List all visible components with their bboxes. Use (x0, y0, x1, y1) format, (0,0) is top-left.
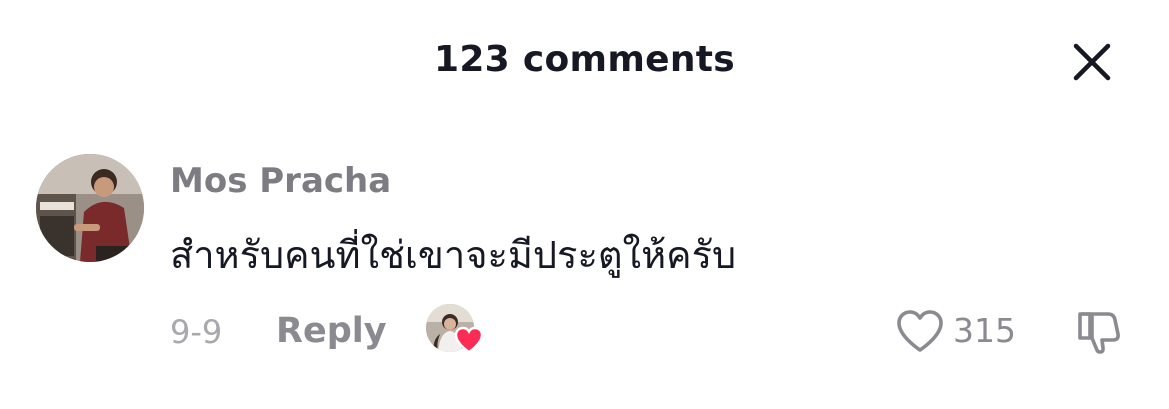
comment-text: สำหรับคนที่ใช่เขาจะมีประตูให้ครับ (170, 233, 737, 277)
heart-filled-icon (454, 326, 484, 354)
close-button[interactable] (1064, 34, 1120, 90)
comments-count-title: 123 comments (433, 39, 736, 80)
heart-outline-icon (897, 310, 943, 352)
like-button[interactable]: 315 (895, 306, 1016, 356)
dislike-button[interactable] (1074, 306, 1124, 356)
creator-liked-badge (426, 304, 488, 356)
comment-item: Mos Pracha สำหรับคนที่ใช่เขาจะมีประตูให้… (0, 150, 1169, 370)
comments-sheet: 123 comments Mos Pracha สำหรับคนที่ใช่เข (0, 0, 1169, 409)
comment-date: 9-9 (170, 313, 223, 351)
thumbs-down-icon (1078, 312, 1120, 354)
close-icon (1073, 43, 1111, 81)
comment-meta-row: 9-9 Reply 315 (0, 302, 1169, 362)
commenter-username[interactable]: Mos Pracha (170, 160, 391, 202)
reply-button[interactable]: Reply (276, 310, 387, 352)
commenter-avatar[interactable] (36, 154, 144, 262)
like-count: 315 (953, 311, 1016, 350)
